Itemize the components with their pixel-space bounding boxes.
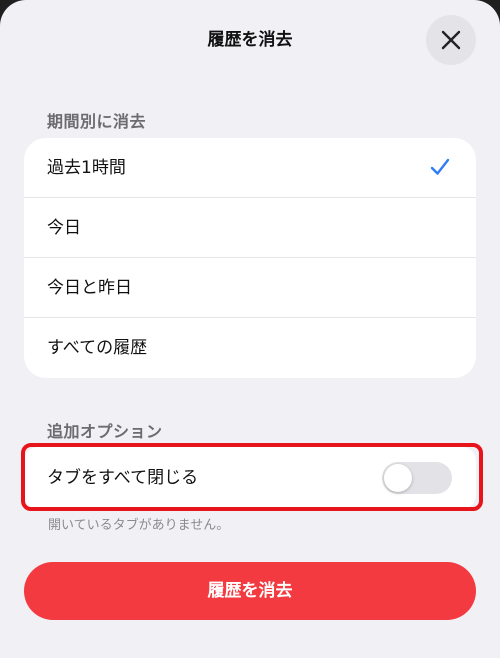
close-all-tabs-row[interactable]: タブをすべて閉じる — [24, 447, 476, 509]
period-option-today-yesterday[interactable]: 今日と昨日 — [24, 258, 476, 318]
period-option-label: すべての履歴 — [47, 338, 148, 358]
period-option-last-hour[interactable]: 過去1時間 — [24, 138, 476, 198]
period-option-label: 今日 — [47, 218, 81, 238]
clear-history-button[interactable]: 履歴を消去 — [24, 562, 476, 620]
period-options-list: 過去1時間 今日 今日と昨日 すべての履歴 — [24, 138, 476, 378]
sheet-title: 履歴を消去 — [207, 30, 293, 50]
no-open-tabs-hint: 開いているタブがありません。 — [48, 518, 230, 533]
close-icon — [441, 30, 461, 50]
period-option-today[interactable]: 今日 — [24, 198, 476, 258]
close-all-tabs-toggle[interactable] — [382, 462, 452, 494]
close-all-tabs-label: タブをすべて閉じる — [47, 468, 199, 488]
period-section-label: 期間別に消去 — [47, 112, 147, 131]
options-section-label: 追加オプション — [47, 422, 163, 441]
period-option-label: 今日と昨日 — [47, 278, 132, 298]
clear-history-sheet: 履歴を消去 期間別に消去 過去1時間 今日 今日と昨日 すべての履歴 追加オプシ… — [0, 0, 500, 658]
toggle-knob — [384, 464, 412, 492]
period-option-label: 過去1時間 — [47, 158, 126, 178]
close-button[interactable] — [426, 15, 476, 65]
period-option-all-history[interactable]: すべての履歴 — [24, 318, 476, 378]
checkmark-icon — [430, 158, 450, 175]
